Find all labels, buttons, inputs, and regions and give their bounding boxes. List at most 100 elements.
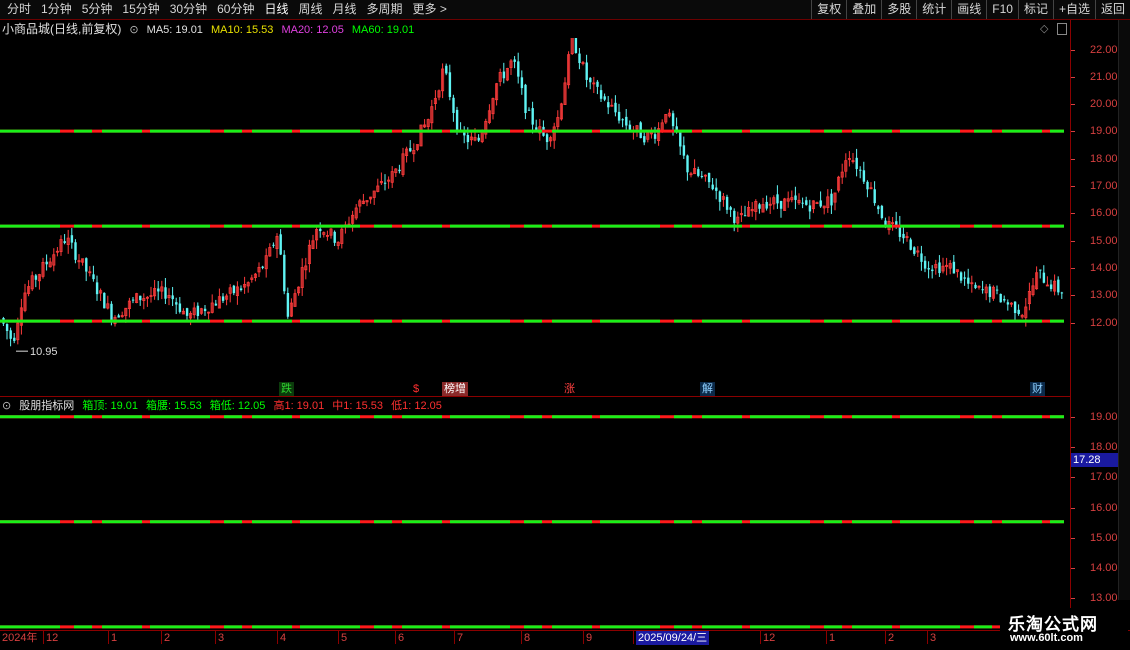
date-tick-label: 4 [280, 632, 287, 644]
scroll-handle[interactable] [1057, 23, 1067, 35]
date-tick-label: 12 [46, 632, 59, 644]
f10-button[interactable]: F10 [986, 0, 1018, 19]
date-tick-label: 9 [586, 632, 593, 644]
tab-weekly[interactable]: 周线 [293, 0, 327, 19]
candle-body [963, 277, 966, 279]
candlestick-chart[interactable]: 23.4010.95 [0, 38, 1070, 396]
date-tick-label: 3 [930, 632, 937, 644]
price-tick [1071, 76, 1075, 78]
box-mid-label: 箱腰: 15.53 [146, 400, 202, 412]
draw-line-button[interactable]: 画线 [951, 0, 986, 19]
candle-body [981, 289, 984, 291]
candle-body [261, 266, 264, 268]
chevron-down-icon[interactable]: ⊙ [129, 24, 138, 36]
panel-divider[interactable] [0, 396, 1070, 397]
tab-60min[interactable]: 60分钟 [212, 0, 259, 19]
candle-body [63, 241, 66, 244]
indicator-chart[interactable] [0, 413, 1070, 630]
chevron-down-icon[interactable]: ⊙ [2, 400, 11, 412]
date-tick [760, 630, 761, 644]
candle-body [283, 254, 286, 292]
candle-body [157, 288, 160, 292]
candle-body [715, 187, 718, 191]
tab-multi-period[interactable]: 多周期 [362, 0, 408, 19]
candle-body [999, 293, 1002, 303]
candle-body [974, 284, 977, 289]
candle-body [455, 109, 459, 132]
tab-1min[interactable]: 1分钟 [36, 0, 77, 19]
price-tick [1071, 49, 1075, 51]
candle-body [718, 191, 722, 202]
date-tick-label: 2024年 [2, 632, 38, 644]
main-chart-legend: 小商品城(日线,前复权) ⊙ MA5: 19.01 MA10: 15.53 MA… [2, 21, 419, 37]
multi-stock-button[interactable]: 多股 [881, 0, 916, 19]
candle-body [196, 305, 200, 316]
candle-body [1060, 292, 1064, 294]
marker-fall[interactable]: 跌 [279, 382, 294, 396]
candle-body [959, 272, 963, 281]
tab-minute[interactable]: 分时 [2, 0, 36, 19]
candle-body [103, 292, 106, 309]
candle-body [808, 205, 812, 212]
candle-body [517, 61, 520, 77]
candle-body [697, 169, 700, 176]
tab-monthly[interactable]: 月线 [328, 0, 362, 19]
candle-body [477, 137, 480, 141]
price-tick-label: 18.00 [1090, 152, 1118, 165]
candle-body [711, 184, 714, 190]
tab-5min[interactable]: 5分钟 [77, 0, 118, 19]
diamond-icon[interactable]: ◇ [1040, 22, 1048, 35]
candle-body [819, 200, 822, 207]
candle-body [995, 289, 999, 291]
indicator-tick [1071, 447, 1075, 449]
indicator-tick-label: 18.00 [1090, 441, 1118, 454]
tab-30min[interactable]: 30分钟 [165, 0, 212, 19]
marker-rise[interactable]: 涨 [562, 382, 577, 396]
statistics-button[interactable]: 统计 [916, 0, 951, 19]
date-tick-label: 5 [341, 632, 348, 644]
add-watchlist-button[interactable]: +自选 [1052, 0, 1095, 19]
tab-more[interactable]: 更多 > [408, 0, 452, 19]
marker-ranking[interactable]: 榜增 [442, 382, 468, 396]
date-tick [161, 630, 162, 644]
candle-body [938, 262, 941, 274]
candle-body [578, 53, 581, 64]
mid1-label: 中1: 15.53 [332, 400, 384, 412]
candle-body [286, 293, 290, 317]
candle-body [855, 157, 858, 170]
restore-rights-button[interactable]: 复权 [811, 0, 846, 19]
candle-body [779, 200, 783, 209]
low-price-label: 10.95 [30, 346, 58, 358]
candle-body [617, 111, 621, 121]
candle-body [527, 109, 531, 111]
date-tick [338, 630, 339, 644]
price-tick-label: 21.00 [1090, 70, 1118, 83]
indicator-tick-label: 14.00 [1090, 562, 1118, 574]
date-tick [633, 630, 634, 644]
candle-body [95, 282, 99, 295]
date-tick-label: 3 [218, 632, 225, 644]
date-tick [583, 630, 584, 644]
side-panel-strip[interactable] [1118, 20, 1130, 600]
candle-body [599, 90, 603, 99]
tab-daily[interactable]: 日线 [259, 0, 293, 19]
marker-finance[interactable]: 财 [1030, 382, 1045, 396]
candle-body [603, 96, 606, 100]
overlay-button[interactable]: 叠加 [846, 0, 881, 19]
candle-body [913, 247, 916, 254]
candle-body [203, 308, 207, 312]
candle-body [524, 84, 527, 114]
candle-body [175, 302, 178, 305]
price-tick-label: 22.00 [1090, 43, 1118, 56]
marker-dollar[interactable]: $ [411, 382, 421, 396]
price-tick [1071, 104, 1075, 106]
tab-15min[interactable]: 15分钟 [117, 0, 164, 19]
candle-body [643, 136, 646, 143]
mark-button[interactable]: 标记 [1017, 0, 1053, 19]
candle-body [873, 189, 876, 204]
price-tick-label: 14.00 [1090, 261, 1118, 274]
candle-body [923, 260, 927, 269]
back-button[interactable]: 返回 [1094, 0, 1130, 19]
candle-body [967, 277, 970, 284]
marker-unlock[interactable]: 解 [700, 382, 715, 396]
